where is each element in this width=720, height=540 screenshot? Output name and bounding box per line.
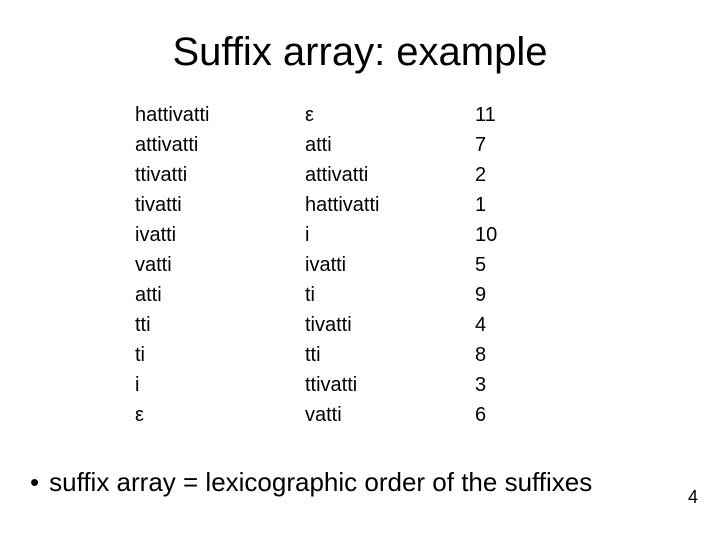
suffix-table: hattivatti attivatti ttivatti tivatti iv… [135,100,680,430]
suffix-cell: tti [135,310,245,340]
suffix-cell: atti [135,280,245,310]
index-cell: 3 [475,370,515,400]
sorted-cell: vatti [305,400,415,430]
sorted-cell: tivatti [305,310,415,340]
index-cell: 8 [475,340,515,370]
bullet-icon: • [30,467,39,498]
suffix-cell: hattivatti [135,100,245,130]
sorted-cell: hattivatti [305,190,415,220]
page-number: 4 [688,487,698,508]
index-cell: 1 [475,190,515,220]
sorted-cell: atti [305,130,415,160]
suffix-cell: vatti [135,250,245,280]
sorted-cell: ti [305,280,415,310]
column-indices: 11 7 2 1 10 5 9 4 8 3 6 [475,100,515,430]
index-cell: 4 [475,310,515,340]
suffix-cell: ivatti [135,220,245,250]
sorted-cell: ttivatti [305,370,415,400]
sorted-cell: ε [305,100,415,130]
bullet-text: suffix array = lexicographic order of th… [49,467,592,497]
index-cell: 6 [475,400,515,430]
sorted-cell: attivatti [305,160,415,190]
sorted-cell: ivatti [305,250,415,280]
suffix-cell: attivatti [135,130,245,160]
suffix-cell: ε [135,400,245,430]
slide-title: Suffix array: example [40,30,680,75]
index-cell: 7 [475,130,515,160]
sorted-cell: tti [305,340,415,370]
index-cell: 5 [475,250,515,280]
index-cell: 11 [475,100,515,130]
suffix-cell: tivatti [135,190,245,220]
index-cell: 10 [475,220,515,250]
column-sorted: ε atti attivatti hattivatti i ivatti ti … [305,100,415,430]
suffix-cell: ttivatti [135,160,245,190]
index-cell: 9 [475,280,515,310]
sorted-cell: i [305,220,415,250]
suffix-cell: ti [135,340,245,370]
column-suffixes: hattivatti attivatti ttivatti tivatti iv… [135,100,245,430]
suffix-cell: i [135,370,245,400]
slide: Suffix array: example hattivatti attivat… [0,0,720,540]
bullet-line: • suffix array = lexicographic order of t… [30,467,592,498]
index-cell: 2 [475,160,515,190]
